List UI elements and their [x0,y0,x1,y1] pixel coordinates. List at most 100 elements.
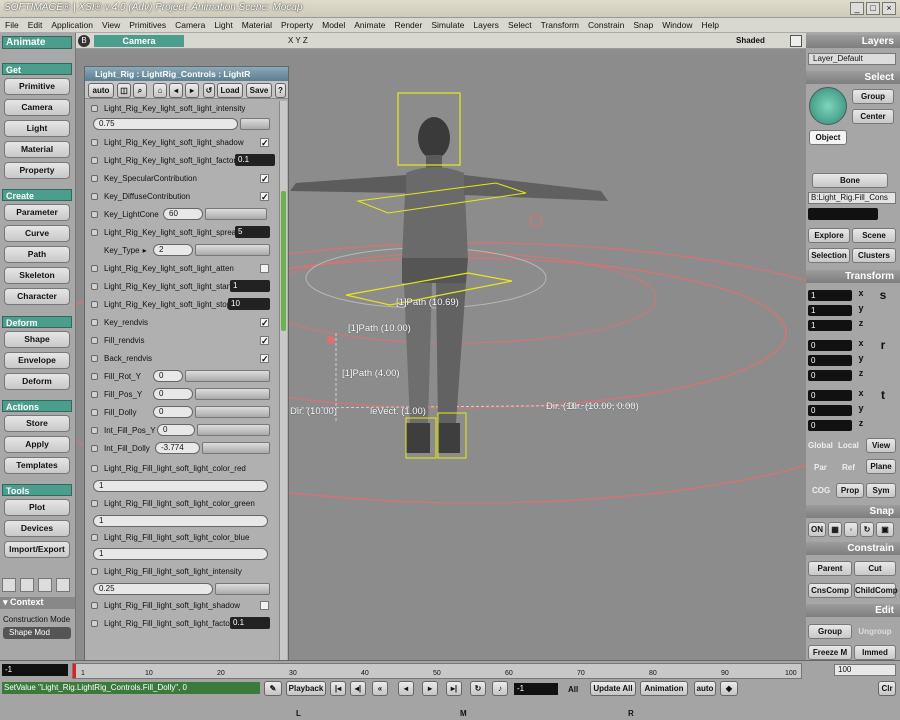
key-start-field[interactable]: 1 [230,280,270,292]
center-select-button[interactable]: Center [852,109,894,124]
translate-y-axis[interactable]: y [856,403,866,413]
int-fill-pos-y-field[interactable]: 0 [157,424,195,436]
rotate-y-axis[interactable]: y [856,353,866,363]
import-export-button[interactable]: Import/Export [4,541,70,558]
menu-light[interactable]: Light [209,18,236,30]
viewport-maximize-icon[interactable] [790,35,802,47]
current-frame-field[interactable]: -1 [514,683,558,695]
prev-key-icon[interactable]: ◂| [350,681,366,696]
fill-factor-field[interactable]: 0.1 [230,617,270,629]
scale-s-label[interactable]: s [878,288,888,302]
timeline[interactable]: 1 10 20 30 40 50 60 70 80 90 100 [72,663,802,679]
back-rendvis-checkbox[interactable]: ✓ [260,354,269,364]
key-diffuse-checkbox[interactable]: ✓ [260,192,269,202]
key-type-field[interactable]: 2 [153,244,193,256]
fill-shadow-checkbox[interactable] [260,601,269,610]
menu-view[interactable]: View [97,18,124,30]
menu-window[interactable]: Window [657,18,696,30]
timeline-end-field[interactable]: 100 [834,664,896,676]
audio-icon[interactable]: ♪ [492,681,508,696]
display-mode[interactable]: Shaded [736,36,765,45]
snap-options-icon[interactable]: ▣ [876,522,894,537]
fill-pos-y-field[interactable]: 0 [153,388,193,400]
store-button[interactable]: Store [4,415,70,432]
character-button[interactable]: Character [4,288,70,305]
maximize-icon[interactable]: □ [866,2,880,15]
group-select-button[interactable]: Group [852,89,894,104]
animation-button[interactable]: Animation [640,681,688,696]
group-button[interactable]: Group [808,624,852,639]
object-button[interactable]: Object [809,130,847,145]
global-button[interactable]: Global [808,441,833,450]
menu-transform[interactable]: Transform [536,18,583,30]
devices-button[interactable]: Devices [4,520,70,537]
scale-y-field[interactable]: 1 [808,305,852,316]
scene-button[interactable]: Scene [852,228,896,243]
menu-property[interactable]: Property [276,18,317,30]
menu-file[interactable]: File [0,18,23,30]
play-icon[interactable]: ▸ [422,681,438,696]
tool-icon-1[interactable] [2,578,16,592]
menu-edit[interactable]: Edit [23,18,47,30]
parent-button[interactable]: Parent [808,561,852,576]
property-button[interactable]: Property [4,162,70,179]
ppg-scrollbar-thumb[interactable] [281,191,286,331]
minimize-icon[interactable]: _ [850,2,864,15]
explore-button[interactable]: Explore [808,228,850,243]
key-cone-slider[interactable] [205,208,267,220]
translate-x-axis[interactable]: x [856,388,866,398]
all-toggle[interactable]: All [568,685,578,694]
scale-y-axis[interactable]: y [856,303,866,313]
tool-icon-3[interactable] [38,578,52,592]
bone-button[interactable]: Bone [812,173,888,188]
ungroup-button[interactable]: Ungroup [854,627,896,636]
menu-select[interactable]: Select [503,18,536,30]
menu-layers[interactable]: Layers [468,18,503,30]
int-fill-pos-y-slider[interactable] [197,424,270,436]
update-all-button[interactable]: Update All [590,681,636,696]
skeleton-button[interactable]: Skeleton [4,267,70,284]
menu-help[interactable]: Help [696,18,722,30]
timeline-start-field[interactable]: -1 [2,664,68,676]
selection-field[interactable]: B:Light_Rig.Fill_Cons [808,192,896,204]
rotate-z-axis[interactable]: z [856,368,866,378]
prop-button[interactable]: Prop [836,483,864,498]
material-button[interactable]: Material [4,141,70,158]
key-atten-checkbox[interactable] [260,264,269,273]
menu-material[interactable]: Material [237,18,276,30]
view-button[interactable]: View [866,438,896,453]
cog-button[interactable]: COG [812,486,830,495]
int-fill-dolly-slider[interactable] [202,442,270,454]
playback-button[interactable]: Playback [286,681,326,696]
auto-key-button[interactable]: auto [694,681,716,696]
key-shadow-checkbox[interactable]: ✓ [260,138,269,148]
ppg-revert-icon[interactable]: ↺ [203,83,215,98]
key-intensity-field[interactable]: 0.75 [93,118,238,130]
deform-button[interactable]: Deform [4,373,70,390]
layer-select[interactable]: Layer_Default [808,53,896,65]
fill-rot-y-slider[interactable] [185,370,270,382]
templates-button[interactable]: Templates [4,457,70,474]
key-intensity-slider[interactable] [240,118,270,130]
childcomp-button[interactable]: ChildComp [854,583,898,598]
key-stop-field[interactable]: 10 [228,298,270,310]
selection-filter-field[interactable] [808,208,878,220]
scale-x-field[interactable]: 1 [808,290,852,301]
ppg-prev-icon[interactable]: ◂ [169,83,183,98]
par-button[interactable]: Par [814,463,827,472]
int-fill-dolly-field[interactable]: -3.774 [155,442,200,454]
menu-constrain[interactable]: Constrain [583,18,628,30]
fill-red-field[interactable]: 1 [93,480,268,492]
tool-icon-4[interactable] [56,578,70,592]
snap-grid-icon[interactable]: ▦ [828,522,842,537]
menu-primitives[interactable]: Primitives [124,18,170,30]
menu-simulate[interactable]: Simulate [426,18,468,30]
loop-icon[interactable]: ↻ [470,681,486,696]
fill-green-field[interactable]: 1 [93,515,268,527]
clear-button[interactable]: Clr [878,681,896,696]
rotate-x-field[interactable]: 0 [808,340,852,351]
path-button[interactable]: Path [4,246,70,263]
ppg-save-button[interactable]: Save [246,83,272,98]
ppg-lock-icon[interactable]: ◫ [117,83,131,98]
light-button[interactable]: Light [4,120,70,137]
